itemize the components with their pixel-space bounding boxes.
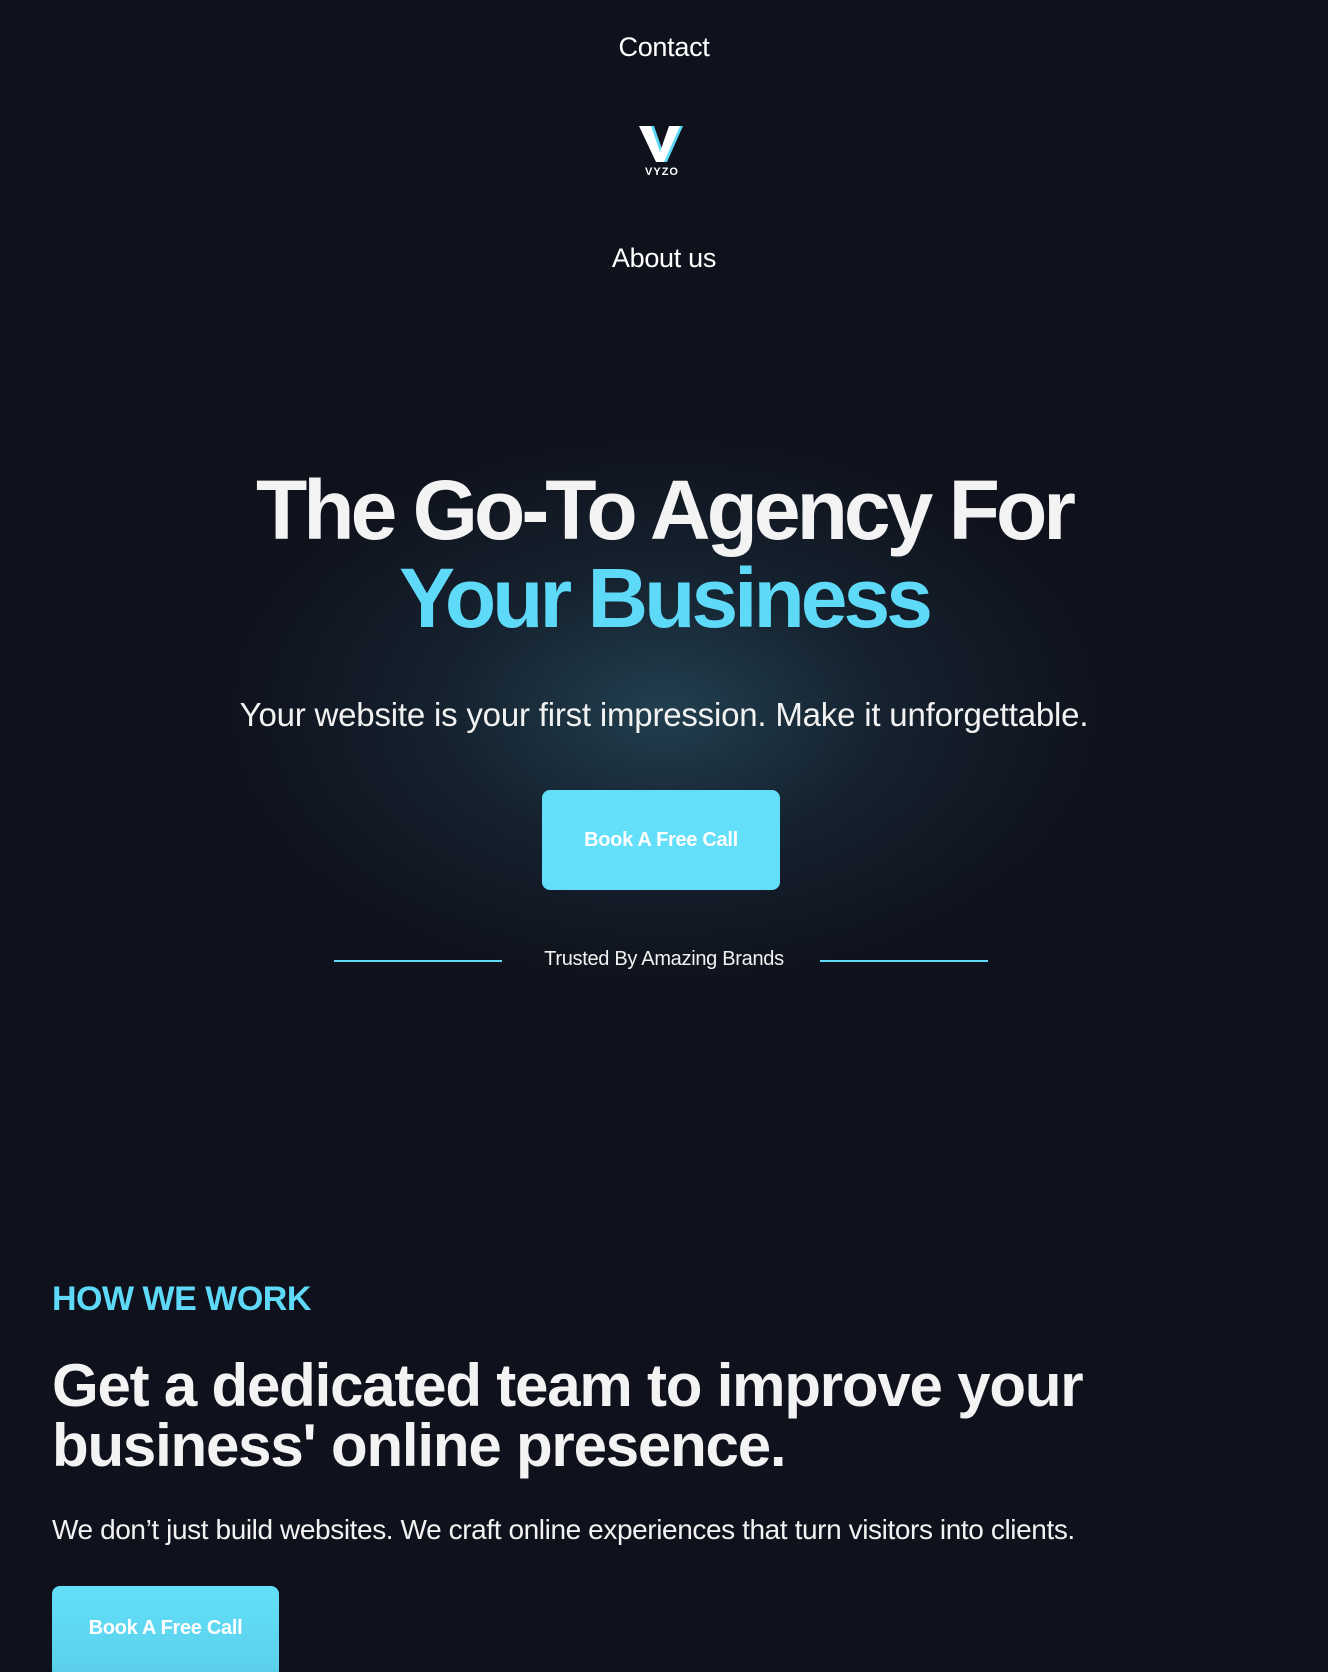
hero-subtitle: Your website is your first impression. M… — [239, 696, 1089, 733]
landing-page: Contact VYZO About us The Go-To Agency F… — [0, 0, 1328, 1672]
logo-wordmark: VYZO — [645, 166, 679, 178]
book-free-call-button[interactable]: Book A Free Call — [542, 790, 780, 890]
hero-title-line2: Your Business — [399, 551, 933, 645]
divider-line-right — [820, 960, 988, 962]
how-we-work-eyebrow: HOW WE WORK — [52, 1280, 311, 1318]
trusted-by-label: Trusted By Amazing Brands — [544, 948, 784, 970]
how-we-work-title: Get a dedicated team to improve your bus… — [52, 1352, 1084, 1479]
vyzo-logo[interactable]: VYZO — [634, 124, 690, 182]
nav-contact-link[interactable]: Contact — [0, 32, 1328, 63]
vyzo-v-logo-icon — [639, 126, 683, 162]
hero-title-line1: The Go-To Agency For — [256, 463, 1076, 557]
hero-title: The Go-To Agency For Your Business — [0, 466, 1328, 642]
how-we-work-subtitle: We don’t just build websites. We craft o… — [52, 1514, 1075, 1545]
trusted-by-divider: Trusted By Amazing Brands — [0, 948, 1328, 972]
nav-about-link[interactable]: About us — [0, 243, 1328, 274]
book-free-call-button-secondary[interactable]: Book A Free Call — [52, 1586, 279, 1672]
